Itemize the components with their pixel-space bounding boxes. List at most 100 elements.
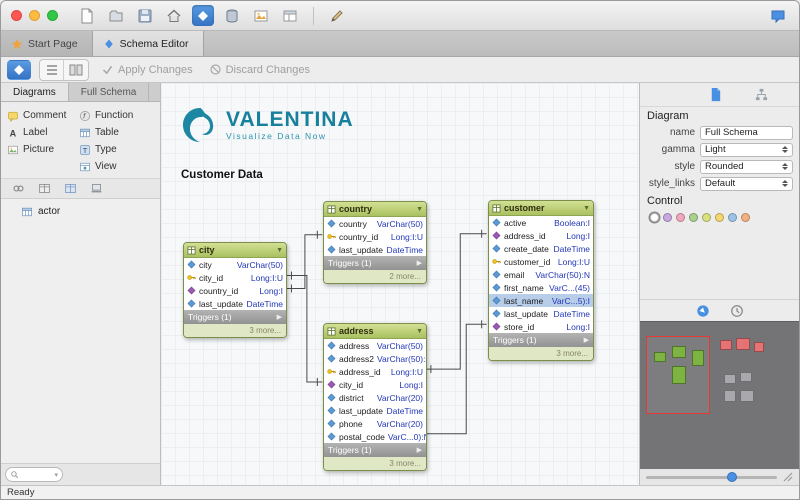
style_links-select[interactable]: Default [700,176,793,191]
field-row-address2[interactable]: address2 VarChar(50):N [324,352,426,365]
field-row-store_id[interactable]: store_id Long:I [489,320,593,333]
triggers-bar[interactable]: Triggers (1) ▶ [324,443,426,457]
projects-button[interactable] [105,5,127,26]
field-row-address[interactable]: address VarChar(50) [324,339,426,352]
color-swatch[interactable] [676,212,685,222]
list-view-button[interactable] [40,59,64,80]
tool-table[interactable]: Table [79,125,133,140]
field-row-last_update[interactable]: last_update DateTime [489,307,593,320]
media-button[interactable] [250,5,272,26]
columns-view-button[interactable] [64,60,88,80]
collapse-icon[interactable]: ▼ [583,205,590,212]
field-row-city_id[interactable]: city_id Long:I [324,378,426,391]
entity-city[interactable]: city ▼ city VarChar(50) city_id Long:I:U count… [183,242,287,338]
tool-function[interactable]: f Function [79,108,133,123]
diagram-canvas[interactable]: VALENTINA Visualize Data Now Customer Da… [161,83,639,485]
schema-editor-button[interactable] [192,5,214,26]
entity-header[interactable]: city ▼ [184,243,286,258]
entity-address[interactable]: address ▼ address VarChar(50) address2 VarCha… [323,323,427,471]
color-swatch[interactable] [702,212,711,222]
entity-country[interactable]: country ▼ country VarChar(50) country_id Long… [323,201,427,284]
entity-header[interactable]: customer ▼ [489,201,593,216]
tab-start-page[interactable]: Start Page [1,31,93,56]
color-swatch[interactable] [728,212,737,222]
field-row-city_id[interactable]: city_id Long:I:U [184,271,286,284]
field-row-create_date[interactable]: create_date DateTime [489,242,593,255]
entity-header[interactable]: address ▼ [324,324,426,339]
more-fields-bar[interactable]: 3 more... [324,457,426,470]
tool-type[interactable]: T Type [79,142,133,157]
feedback-button[interactable] [767,5,789,26]
database-button[interactable] [221,5,243,26]
style-select[interactable]: Rounded [700,159,793,174]
field-row-address_id[interactable]: address_id Long:I [489,229,593,242]
color-swatch[interactable] [689,212,698,222]
tool-label[interactable]: A Label [7,125,77,140]
field-row-address_id[interactable]: address_id Long:I:U [324,365,426,378]
tab-schema-editor[interactable]: Schema Editor [92,31,204,56]
field-row-country[interactable]: country VarChar(50) [324,217,426,230]
query-table-button[interactable] [279,5,301,26]
field-row-last_update[interactable]: last_update DateTime [324,243,426,256]
resize-grip-icon[interactable] [783,472,793,482]
structure-tab[interactable] [751,86,771,104]
sidebar-tab-full-schema[interactable]: Full Schema [68,83,150,101]
properties-tab[interactable] [705,86,725,104]
tree-item-actor[interactable]: actor [1,203,160,220]
zoom-slider-thumb[interactable] [727,472,738,482]
grid-b-button[interactable] [61,181,79,197]
collapse-icon[interactable]: ▼ [416,328,423,335]
color-swatch[interactable] [650,212,659,222]
field-row-country_id[interactable]: country_id Long:I [184,284,286,297]
field-row-last_name[interactable]: last_name VarC...5):I [489,294,593,307]
minimap[interactable] [640,321,799,469]
more-fields-bar[interactable]: 3 more... [184,324,286,337]
color-swatch[interactable] [715,212,724,222]
new-document-button[interactable] [76,5,98,26]
pen-tool-button[interactable] [326,5,348,26]
close-window-button[interactable] [11,10,22,21]
field-row-district[interactable]: district VarChar(20) [324,391,426,404]
more-fields-bar[interactable]: 3 more... [489,347,593,360]
entity-customer[interactable]: customer ▼ active Boolean:I address_id Long:I… [488,200,594,361]
field-row-first_name[interactable]: first_name VarC...(45) [489,281,593,294]
field-row-active[interactable]: active Boolean:I [489,216,593,229]
expand-icon[interactable]: ▶ [277,313,282,321]
triggers-bar[interactable]: Triggers (1) ▶ [489,333,593,347]
tool-picture[interactable]: Picture [7,142,77,157]
entity-header[interactable]: country ▼ [324,202,426,217]
field-row-last_update[interactable]: last_update DateTime [324,404,426,417]
navigator-button[interactable] [693,302,713,320]
triggers-bar[interactable]: Triggers (1) ▶ [324,256,426,270]
link-button[interactable] [9,181,27,197]
collapse-icon[interactable]: ▼ [416,206,423,213]
field-row-customer_id[interactable]: customer_id Long:I:U [489,255,593,268]
discard-changes-button[interactable]: Discard Changes [205,63,314,76]
zoom-slider[interactable] [646,472,777,482]
tool-comment[interactable]: Comment [7,108,77,123]
field-row-city[interactable]: city VarChar(50) [184,258,286,271]
field-row-email[interactable]: email VarChar(50):N [489,268,593,281]
more-fields-bar[interactable]: 2 more... [324,270,426,283]
expand-icon[interactable]: ▶ [417,259,422,267]
sidebar-tab-diagrams[interactable]: Diagrams [1,83,69,101]
field-row-phone[interactable]: phone VarChar(20) [324,417,426,430]
history-button[interactable] [727,302,747,320]
apply-changes-button[interactable]: Apply Changes [97,63,197,76]
zoom-window-button[interactable] [47,10,58,21]
expand-icon[interactable]: ▶ [417,446,422,454]
diagram-mode-button[interactable] [7,59,31,80]
search-input[interactable]: ▾ [5,467,63,482]
home-button[interactable] [163,5,185,26]
triggers-bar[interactable]: Triggers (1) ▶ [184,310,286,324]
color-swatch[interactable] [663,212,672,222]
grid-a-button[interactable] [35,181,53,197]
tool-view[interactable]: View [79,159,133,174]
save-button[interactable] [134,5,156,26]
gamma-select[interactable]: Light [700,142,793,157]
name-input[interactable]: Full Schema [700,125,793,140]
field-row-postal_code[interactable]: postal_code VarC...0):N [324,430,426,443]
field-row-last_update[interactable]: last_update DateTime [184,297,286,310]
screen-button[interactable] [87,181,105,197]
minimize-window-button[interactable] [29,10,40,21]
